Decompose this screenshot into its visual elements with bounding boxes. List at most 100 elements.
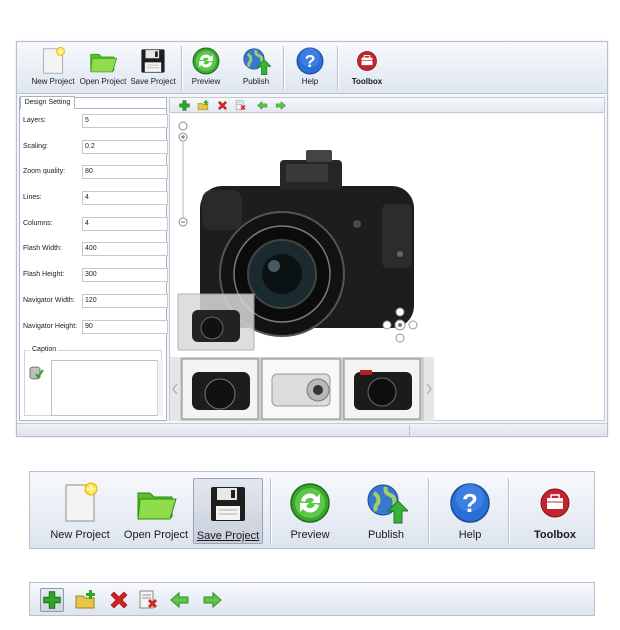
large-toolbar: New Project Open Project Save Project Pr…: [29, 471, 595, 549]
folder-icon: [88, 46, 118, 76]
toolbox-icon: [533, 481, 577, 525]
preview-label: Preview: [290, 529, 330, 541]
main-toolbar: New Project Open Project Save Project Pr…: [17, 42, 607, 94]
layers-input[interactable]: 5: [82, 114, 168, 128]
field-label: Flash Width:: [23, 245, 62, 252]
delete-icon[interactable]: [216, 99, 229, 112]
field-label: Zoom quality:: [23, 168, 66, 175]
help-button-large[interactable]: Help: [438, 478, 502, 544]
open-project-label: Open Project: [123, 529, 189, 541]
open-project-button-large[interactable]: Open Project: [116, 478, 196, 544]
toolbar-separator: [508, 478, 509, 544]
publish-label: Publish: [367, 529, 405, 541]
preview-button[interactable]: Preview: [185, 44, 227, 92]
field-columns: Columns: 4: [23, 217, 168, 233]
thumbnail-item[interactable]: [343, 358, 421, 420]
field-label: Navigator Width:: [23, 297, 75, 304]
question-mark-icon: [448, 481, 492, 525]
flash-width-input[interactable]: 400: [82, 242, 168, 256]
floppy-disk-icon: [206, 482, 250, 526]
toolbar-separator: [428, 478, 429, 544]
plus-icon[interactable]: [40, 588, 64, 612]
zoom-quality-input[interactable]: 80: [82, 165, 168, 179]
caption-scrollbar[interactable]: [157, 360, 163, 416]
field-label: Lines:: [23, 194, 42, 201]
zoom-slider[interactable]: [178, 121, 188, 227]
publish-label: Publish: [242, 77, 270, 86]
new-document-icon: [58, 481, 102, 525]
status-divider: [409, 425, 410, 436]
delete-item-icon[interactable]: [136, 588, 160, 612]
field-label: Columns:: [23, 220, 53, 227]
field-flash-height: Flash Height: 300: [23, 268, 168, 284]
preview-stage: [169, 114, 605, 421]
help-label: Help: [458, 529, 482, 541]
status-bar: [17, 423, 607, 436]
caption-textarea[interactable]: [51, 360, 161, 416]
tab-design-setting[interactable]: Design Setting: [20, 96, 75, 109]
design-settings-panel: Design Setting Layers: 5 Scaling: 0.2 Zo…: [19, 96, 168, 421]
scaling-input[interactable]: 0.2: [82, 140, 168, 154]
field-zoom-quality: Zoom quality: 80: [23, 165, 168, 181]
publish-button-large[interactable]: Publish: [354, 478, 418, 544]
save-project-label: Save Project: [130, 77, 176, 86]
preview-label: Preview: [191, 77, 221, 86]
small-toolbar: [29, 582, 595, 616]
floppy-disk-icon: [138, 46, 168, 76]
field-label: Flash Height:: [23, 271, 65, 278]
help-button[interactable]: Help: [289, 44, 331, 92]
add-folder-icon[interactable]: [197, 99, 210, 112]
field-label: Navigator Height:: [23, 323, 78, 330]
arrow-left-icon[interactable]: [168, 588, 192, 612]
field-navigator-height: Navigator Height: 90: [23, 320, 168, 336]
new-project-button-large[interactable]: New Project: [40, 478, 120, 544]
field-label: Scaling:: [23, 143, 48, 150]
lines-input[interactable]: 4: [82, 191, 168, 205]
arrow-right-icon[interactable]: [200, 588, 224, 612]
toolbox-icon: [352, 46, 382, 76]
new-document-icon: [38, 46, 68, 76]
plus-icon[interactable]: [178, 99, 191, 112]
arrow-left-icon[interactable]: [256, 99, 269, 112]
toolbox-label: Toolbox: [351, 77, 383, 86]
delete-item-icon[interactable]: [234, 99, 247, 112]
toolbox-button-large[interactable]: Toolbox: [520, 478, 590, 544]
new-project-label: New Project: [31, 77, 75, 86]
navigator-height-input[interactable]: 90: [82, 320, 168, 334]
app-window: New Project Open Project Save Project Pr…: [16, 41, 608, 437]
new-project-label: New Project: [50, 529, 110, 541]
new-project-button[interactable]: New Project: [29, 44, 77, 92]
refresh-icon: [288, 481, 332, 525]
field-flash-width: Flash Width: 400: [23, 242, 168, 258]
database-check-icon[interactable]: [28, 365, 44, 381]
thumbnail-item[interactable]: [261, 358, 341, 420]
gallery-preview: [170, 121, 434, 421]
toolbox-button[interactable]: Toolbox: [345, 44, 389, 92]
delete-icon[interactable]: [107, 588, 131, 612]
toolbar-separator: [270, 478, 271, 544]
field-scaling: Scaling: 0.2: [23, 140, 168, 156]
navigator-window[interactable]: [177, 293, 255, 351]
add-folder-icon[interactable]: [74, 588, 98, 612]
save-project-button-large[interactable]: Save Project: [193, 478, 263, 544]
toolbox-label: Toolbox: [534, 529, 576, 541]
columns-input[interactable]: 4: [82, 217, 168, 231]
thumbnail-strip: [170, 357, 434, 421]
thumbnail-item[interactable]: [181, 358, 259, 420]
open-project-button[interactable]: Open Project: [79, 44, 127, 92]
save-project-button[interactable]: Save Project: [129, 44, 177, 92]
field-lines: Lines: 4: [23, 191, 168, 207]
field-layers: Layers: 5: [23, 114, 168, 130]
navigator-width-input[interactable]: 120: [82, 294, 168, 308]
flash-height-input[interactable]: 300: [82, 268, 168, 282]
globe-upload-icon: [364, 481, 408, 525]
image-toolbar: [169, 97, 605, 113]
save-project-label: Save Project: [196, 530, 260, 542]
open-project-label: Open Project: [79, 77, 127, 86]
caption-label: Caption: [30, 346, 59, 353]
question-mark-icon: [295, 46, 325, 76]
arrow-right-icon[interactable]: [274, 99, 287, 112]
field-label: Layers:: [23, 117, 46, 124]
preview-button-large[interactable]: Preview: [278, 478, 342, 544]
publish-button[interactable]: Publish: [235, 44, 277, 92]
